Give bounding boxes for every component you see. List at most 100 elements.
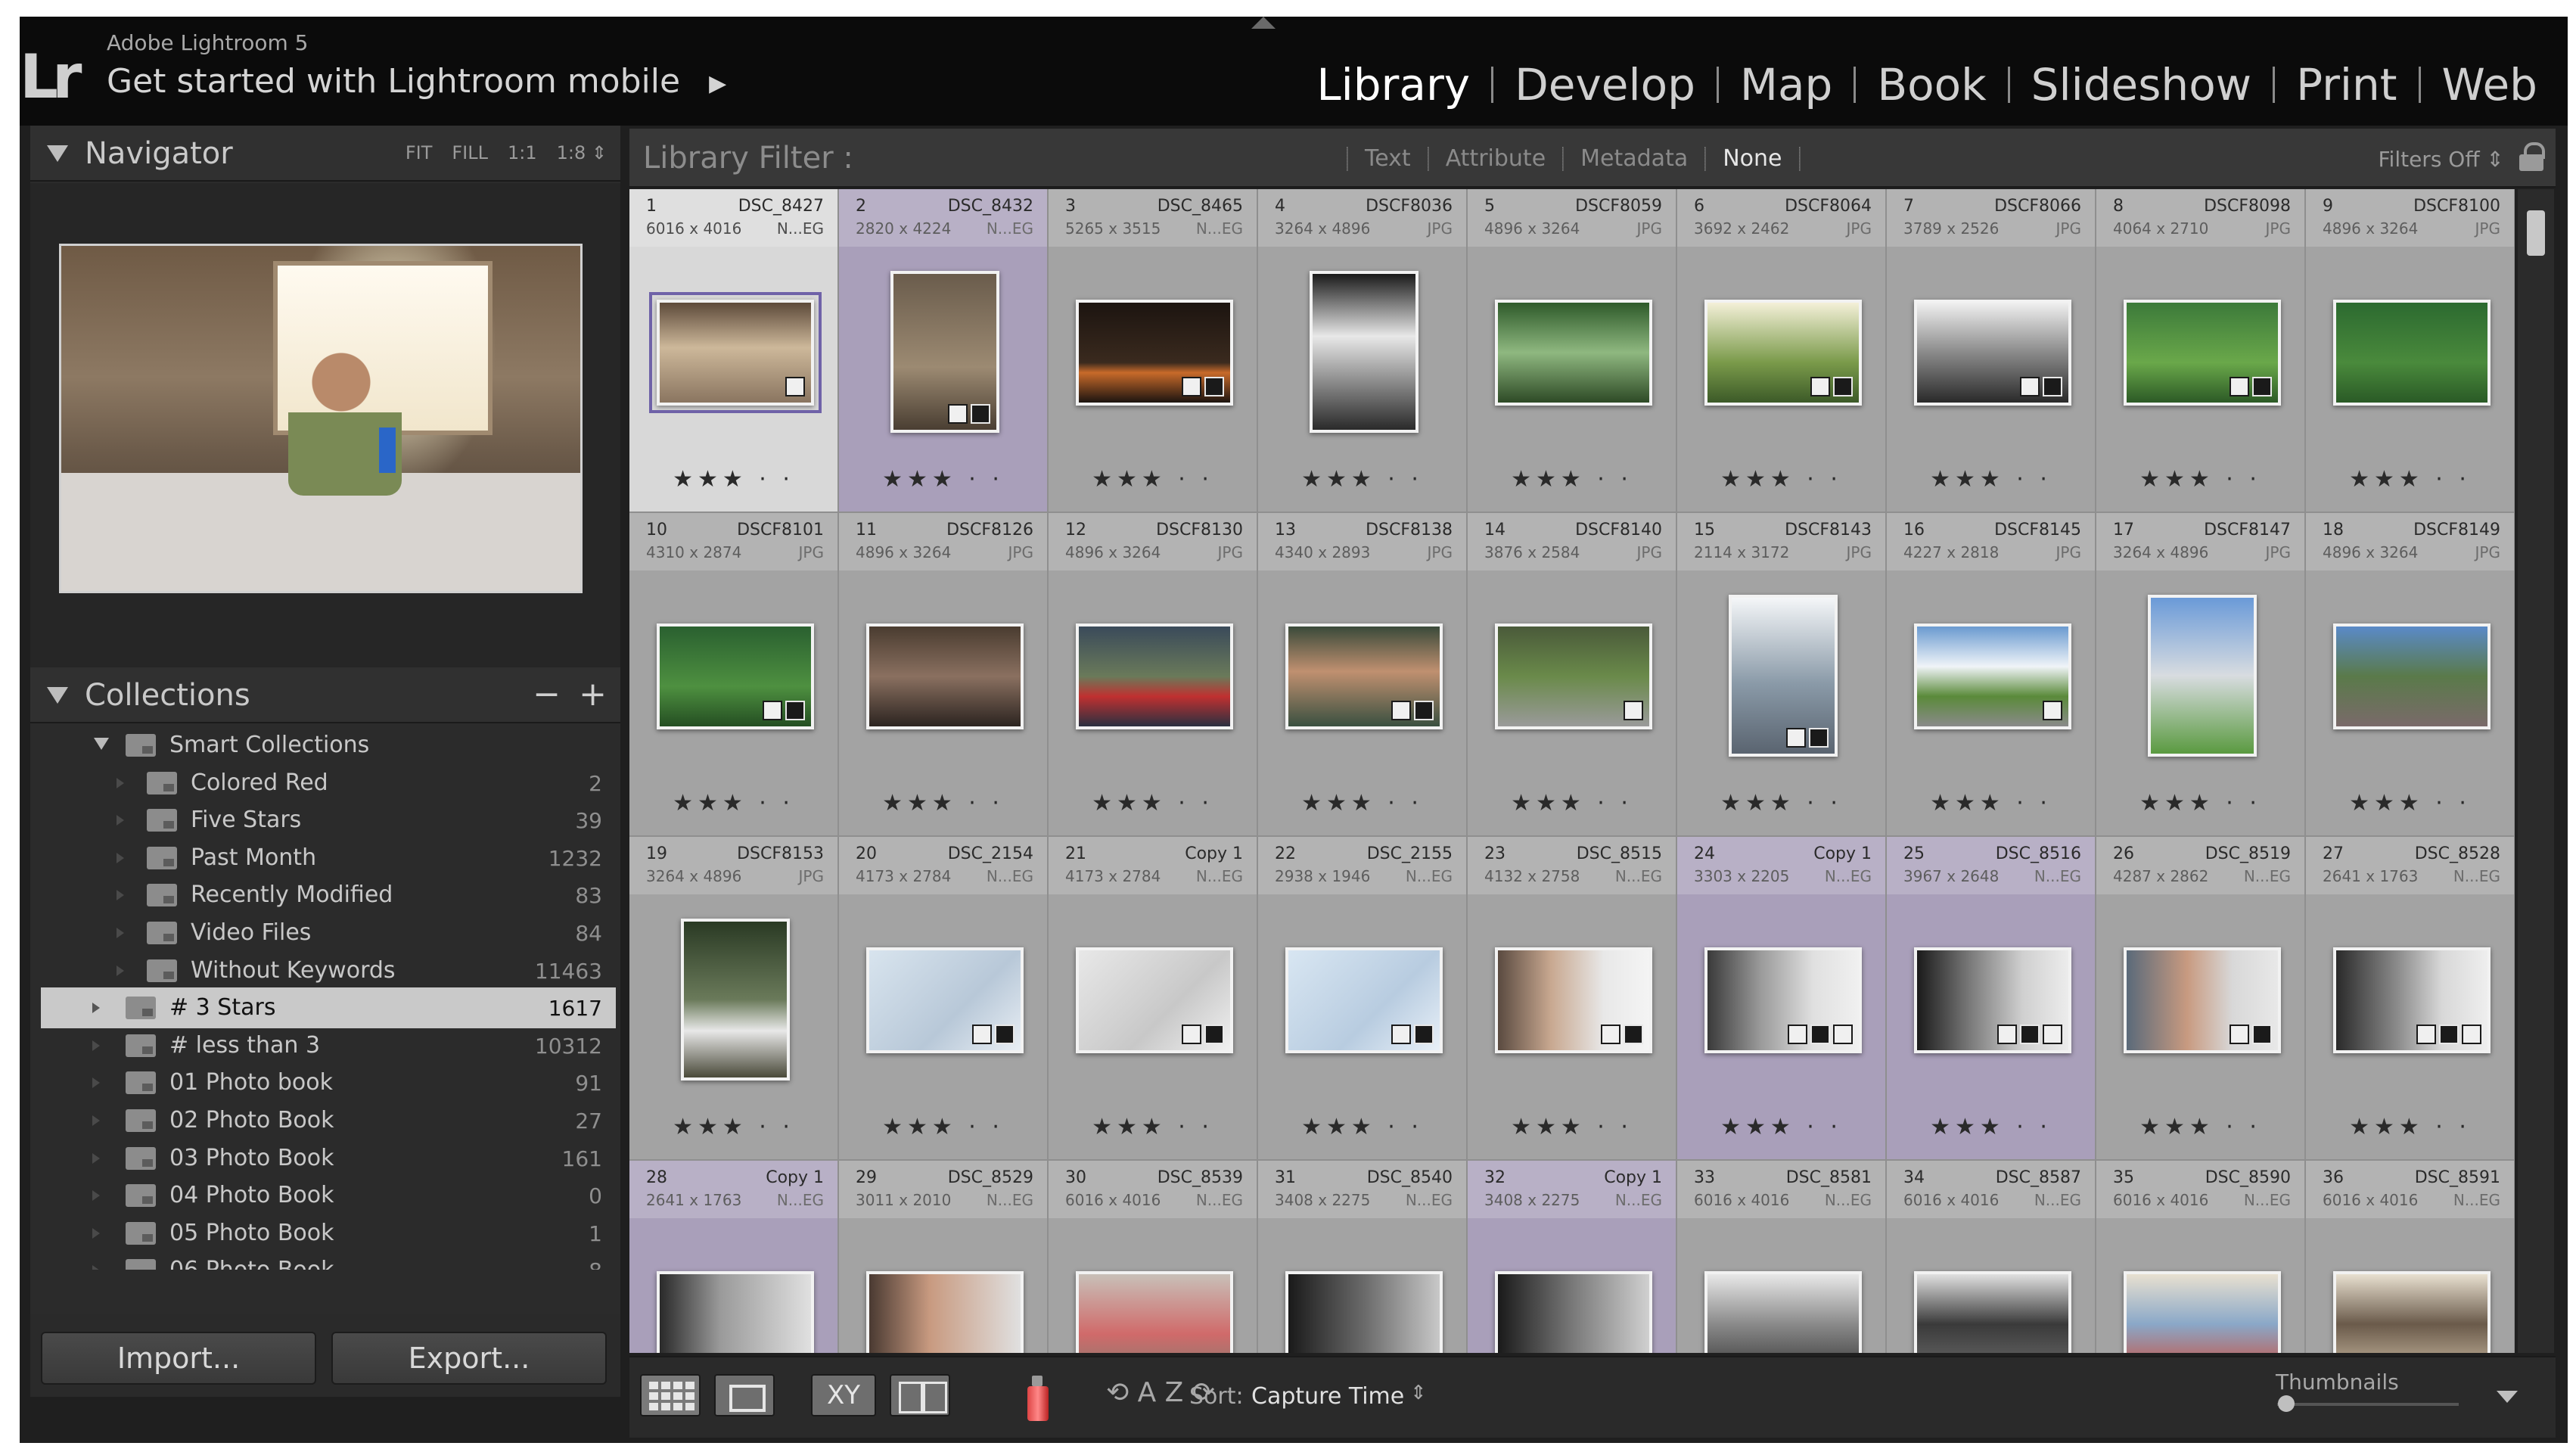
star-rating[interactable]: ★★★ · · — [1258, 790, 1466, 816]
loupe-view-button[interactable] — [714, 1374, 775, 1416]
photo-thumbnail[interactable] — [1495, 947, 1652, 1053]
filter-option-attribute[interactable]: Attribute — [1429, 145, 1562, 172]
metadata-badge-icon[interactable] — [1810, 377, 1830, 396]
slider-knob[interactable] — [2278, 1395, 2295, 1412]
survey-view-button[interactable] — [890, 1374, 950, 1416]
grid-cell[interactable]: 16 DSCF8145 4227 x 2818 JPG ★★★ · · — [1887, 513, 2095, 835]
metadata-badge-icon[interactable] — [763, 701, 782, 720]
expand-arrow-icon[interactable] — [92, 1265, 100, 1270]
develop-adjusted-badge-icon[interactable] — [1624, 1025, 1643, 1044]
collection-item[interactable]: # less than 3 10312 — [41, 1025, 616, 1066]
grid-cell[interactable]: 21 Copy 1 4173 x 2784 N...EG ★★★ · · — [1049, 837, 1257, 1159]
star-rating[interactable]: ★★★ · · — [1468, 790, 1676, 816]
module-map[interactable]: Map — [1719, 54, 1854, 115]
photo-thumbnail[interactable] — [649, 292, 822, 413]
collection-item[interactable]: 03 Photo Book 161 — [41, 1138, 616, 1179]
grid-cell[interactable]: 33 DSC_8581 6016 x 4016 N...EG — [1677, 1161, 1885, 1353]
grid-cell[interactable]: 36 DSC_8591 6016 x 4016 N...EG — [2306, 1161, 2514, 1353]
photo-thumbnail[interactable] — [1729, 595, 1838, 757]
develop-adjusted-badge-icon[interactable] — [1204, 377, 1224, 396]
metadata-badge-icon[interactable] — [1997, 1025, 2017, 1044]
develop-adjusted-badge-icon[interactable] — [785, 701, 805, 720]
collection-item[interactable]: Past Month 1232 — [41, 838, 616, 878]
grid-cell[interactable]: 20 DSC_2154 4173 x 2784 N...EG ★★★ · · — [839, 837, 1047, 1159]
photo-thumbnail[interactable] — [1285, 947, 1443, 1053]
star-rating[interactable]: ★★★ · · — [839, 790, 1047, 816]
grid-cell[interactable]: 7 DSCF8066 3789 x 2526 JPG ★★★ · · — [1887, 189, 2095, 512]
star-rating[interactable]: ★★★ · · — [1677, 466, 1885, 493]
star-rating[interactable]: ★★★ · · — [2096, 466, 2304, 493]
collections-header[interactable]: Collections − + — [30, 667, 620, 723]
painter-spray-can-icon[interactable] — [1024, 1373, 1049, 1421]
collection-item[interactable]: 02 Photo Book 27 — [41, 1100, 616, 1141]
develop-adjusted-badge-icon[interactable] — [995, 1025, 1015, 1044]
thumbnail-size-slider[interactable] — [2277, 1395, 2459, 1412]
expand-arrow-icon[interactable] — [117, 928, 124, 938]
photo-thumbnail[interactable] — [2333, 623, 2491, 729]
filter-option-none[interactable]: None — [1706, 145, 1798, 172]
mobile-promo-link[interactable]: Get started with Lightroom mobile ▶ — [107, 62, 726, 101]
photo-thumbnail[interactable] — [2148, 595, 2257, 757]
collection-item[interactable]: 04 Photo Book 0 — [41, 1175, 616, 1216]
photo-thumbnail[interactable] — [1285, 623, 1443, 729]
disclosure-triangle-icon[interactable] — [94, 738, 109, 750]
filter-option-text[interactable]: Text — [1348, 145, 1428, 172]
expand-arrow-icon[interactable] — [92, 1190, 100, 1202]
photo-thumbnail[interactable] — [657, 623, 814, 729]
star-rating[interactable]: ★★★ · · — [2306, 466, 2514, 493]
metadata-badge-icon[interactable] — [2230, 1025, 2249, 1044]
grid-cell[interactable]: 4 DSCF8036 3264 x 4896 JPG ★★★ · · — [1258, 189, 1466, 512]
photo-thumbnail[interactable] — [2124, 300, 2281, 406]
grid-cell[interactable]: 9 DSCF8100 4896 x 3264 JPG ★★★ · · — [2306, 189, 2514, 512]
grid-cell[interactable]: 31 DSC_8540 3408 x 2275 N...EG — [1258, 1161, 1466, 1353]
navigator-zoom-option[interactable]: 1:1 — [508, 142, 537, 163]
grid-cell[interactable]: 3 DSC_8465 5265 x 3515 N...EG ★★★ · · — [1049, 189, 1257, 512]
import-button[interactable]: Import... — [41, 1332, 316, 1385]
grid-cell[interactable]: 19 DSCF8153 3264 x 4896 JPG ★★★ · · — [629, 837, 837, 1159]
navigator-zoom-option[interactable]: 1:8 ⇕ — [557, 142, 607, 163]
photo-thumbnail[interactable] — [681, 919, 790, 1081]
expand-arrow-icon[interactable] — [92, 1077, 100, 1089]
photo-thumbnail[interactable] — [1914, 623, 2071, 729]
expand-arrow-icon[interactable] — [92, 1152, 100, 1164]
star-rating[interactable]: ★★★ · · — [1887, 1114, 2095, 1140]
smart-collections-folder[interactable]: Smart Collections — [41, 725, 616, 766]
grid-cell[interactable]: 5 DSCF8059 4896 x 3264 JPG ★★★ · · — [1468, 189, 1676, 512]
star-rating[interactable]: ★★★ · · — [839, 466, 1047, 493]
metadata-badge-icon[interactable] — [1391, 701, 1411, 720]
photo-thumbnail[interactable] — [2333, 1271, 2491, 1353]
grid-cell[interactable]: 18 DSCF8149 4896 x 3264 JPG ★★★ · · — [2306, 513, 2514, 835]
metadata-badge-icon[interactable] — [2043, 701, 2062, 720]
collection-item[interactable]: 05 Photo Book 1 — [41, 1213, 616, 1254]
star-rating[interactable]: ★★★ · · — [1049, 790, 1257, 816]
disclosure-triangle-icon[interactable] — [47, 687, 68, 704]
module-develop[interactable]: Develop — [1493, 54, 1717, 115]
develop-adjusted-badge-icon[interactable] — [2252, 377, 2272, 396]
expand-arrow-icon[interactable] — [117, 965, 124, 976]
photo-thumbnail[interactable] — [2333, 300, 2491, 406]
expand-arrow-icon[interactable] — [92, 1115, 100, 1126]
develop-adjusted-badge-icon[interactable] — [2020, 1025, 2040, 1044]
photo-thumbnail[interactable] — [2333, 947, 2491, 1053]
grid-cell[interactable]: 17 DSCF8147 3264 x 4896 JPG ★★★ · · — [2096, 513, 2304, 835]
photo-thumbnail[interactable] — [1914, 1271, 2071, 1353]
navigator-zoom-option[interactable]: FIT — [406, 142, 433, 163]
metadata-badge-icon[interactable] — [785, 377, 805, 396]
star-rating[interactable]: ★★★ · · — [839, 1114, 1047, 1140]
develop-adjusted-badge-icon[interactable] — [2252, 1025, 2272, 1044]
star-rating[interactable]: ★★★ · · — [1049, 466, 1257, 493]
photo-thumbnail[interactable] — [1076, 623, 1233, 729]
module-slideshow[interactable]: Slideshow — [2010, 54, 2273, 115]
grid-cell[interactable]: 29 DSC_8529 3011 x 2010 N...EG — [839, 1161, 1047, 1353]
lock-icon[interactable] — [2518, 142, 2545, 173]
collection-item[interactable]: Colored Red 2 — [41, 763, 616, 804]
star-rating[interactable]: ★★★ · · — [1887, 790, 2095, 816]
photo-thumbnail[interactable] — [1495, 623, 1652, 729]
play-arrow-icon[interactable]: ▶ — [709, 70, 726, 97]
develop-adjusted-badge-icon[interactable] — [1833, 1025, 1853, 1044]
grid-cell[interactable]: 30 DSC_8539 6016 x 4016 N...EG — [1049, 1161, 1257, 1353]
develop-adjusted-badge-icon[interactable] — [2043, 1025, 2062, 1044]
metadata-badge-icon[interactable] — [1182, 1025, 1201, 1044]
photo-thumbnail[interactable] — [866, 623, 1024, 729]
grid-cell[interactable]: 13 DSCF8138 4340 x 2893 JPG ★★★ · · — [1258, 513, 1466, 835]
